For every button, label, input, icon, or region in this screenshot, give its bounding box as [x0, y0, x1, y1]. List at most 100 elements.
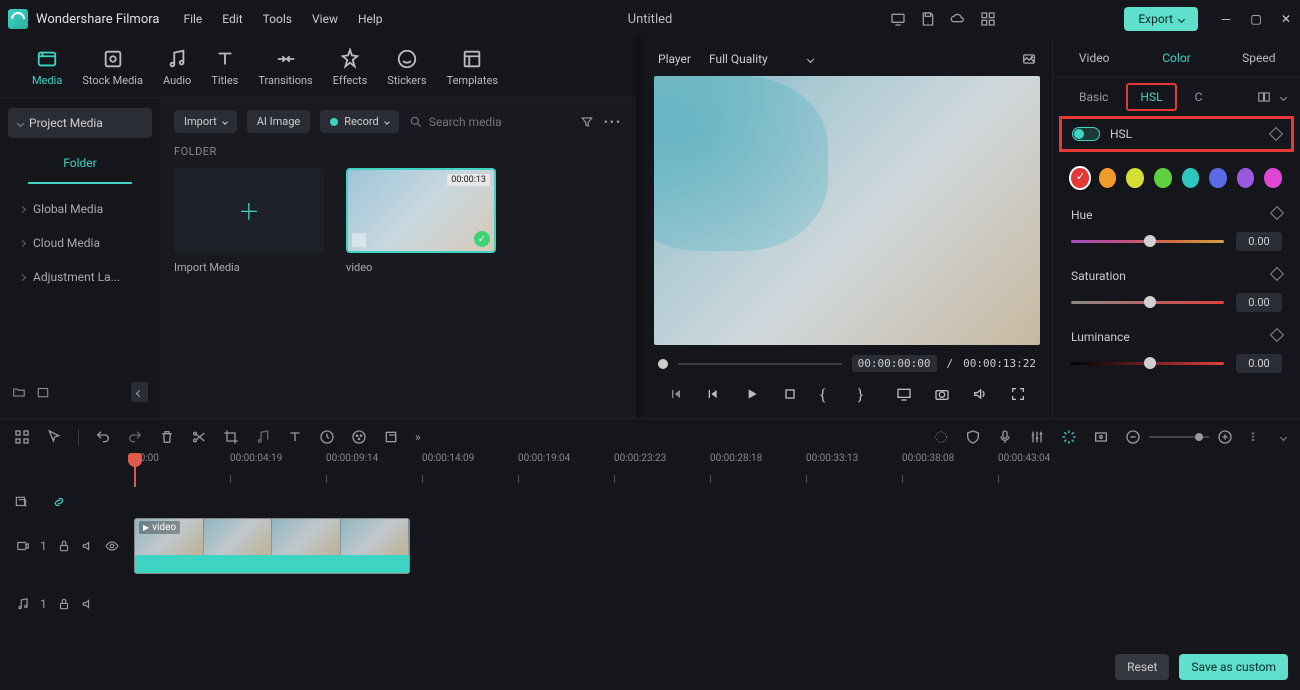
- swatch-cyan[interactable]: [1182, 168, 1200, 188]
- zoom-control[interactable]: [1125, 429, 1233, 445]
- stop-icon[interactable]: [782, 386, 798, 402]
- layer-icon[interactable]: [383, 429, 399, 445]
- new-bin-icon[interactable]: [36, 385, 50, 399]
- fullscreen-icon[interactable]: [1010, 386, 1026, 402]
- tab-speed[interactable]: Speed: [1218, 38, 1300, 77]
- swatch-yellow[interactable]: [1126, 168, 1144, 188]
- mark-out-icon[interactable]: }: [858, 386, 874, 402]
- lum-keyframe-icon[interactable]: [1270, 328, 1284, 342]
- color-tl-icon[interactable]: [351, 429, 367, 445]
- filter-icon[interactable]: [580, 115, 594, 129]
- video-track[interactable]: 1 ▶video: [0, 517, 1300, 575]
- audio-track[interactable]: 1: [0, 575, 1300, 633]
- menu-edit[interactable]: Edit: [222, 12, 242, 26]
- maximize-button[interactable]: ▢: [1250, 13, 1262, 25]
- luminance-slider[interactable]: [1071, 362, 1224, 365]
- step-back-icon[interactable]: [706, 386, 722, 402]
- collapse-sidebar-button[interactable]: [131, 382, 148, 402]
- sidebar-item-global[interactable]: Global Media: [8, 192, 152, 226]
- menu-help[interactable]: Help: [358, 12, 383, 26]
- swatch-blue[interactable]: [1209, 168, 1227, 188]
- scrub-track[interactable]: [678, 363, 842, 365]
- saturation-value[interactable]: 0.00: [1236, 293, 1282, 312]
- redo-icon[interactable]: [127, 429, 143, 445]
- save-custom-button[interactable]: Save as custom: [1179, 654, 1288, 680]
- mic-icon[interactable]: [997, 429, 1013, 445]
- crop-icon[interactable]: [223, 429, 239, 445]
- view-options-chevron[interactable]: [1280, 433, 1287, 440]
- tab-media[interactable]: Media: [32, 48, 62, 87]
- swatch-green[interactable]: [1154, 168, 1172, 188]
- record-button[interactable]: Record: [320, 110, 398, 133]
- shield-icon[interactable]: [965, 429, 981, 445]
- text-tl-icon[interactable]: [287, 429, 303, 445]
- visibility-icon[interactable]: [105, 539, 119, 553]
- media-clip[interactable]: 00:00:13 ✓ video: [346, 168, 496, 274]
- playhead[interactable]: [134, 453, 136, 487]
- tab-color[interactable]: Color: [1135, 38, 1217, 77]
- view-options-icon[interactable]: [1249, 429, 1265, 445]
- hsl-toggle[interactable]: [1072, 127, 1100, 141]
- menu-file[interactable]: File: [183, 12, 202, 26]
- keyframe-icon[interactable]: [1269, 127, 1283, 141]
- play-icon[interactable]: [744, 386, 760, 402]
- link-icon[interactable]: [52, 495, 66, 509]
- tab-templates[interactable]: Templates: [447, 48, 498, 87]
- swatch-red[interactable]: [1071, 168, 1089, 188]
- timeline-clip[interactable]: ▶video: [134, 518, 410, 574]
- mute-icon[interactable]: [81, 539, 95, 553]
- zoom-slider[interactable]: [1149, 436, 1209, 438]
- more-tl-icon[interactable]: »: [415, 430, 421, 444]
- import-media-tile[interactable]: +: [174, 168, 324, 253]
- new-folder-icon[interactable]: [12, 385, 26, 399]
- tab-effects[interactable]: Effects: [333, 48, 368, 87]
- reset-button[interactable]: Reset: [1115, 654, 1169, 680]
- speed-tl-icon[interactable]: [319, 429, 335, 445]
- project-media-button[interactable]: Project Media: [8, 108, 152, 138]
- subtab-hsl[interactable]: HSL: [1126, 83, 1176, 111]
- subtab-basic[interactable]: Basic: [1067, 85, 1120, 109]
- mixer-icon[interactable]: [1029, 429, 1045, 445]
- tab-audio[interactable]: Audio: [163, 48, 191, 87]
- mute-audio-icon[interactable]: [81, 597, 95, 611]
- hue-keyframe-icon[interactable]: [1270, 206, 1284, 220]
- compare-icon[interactable]: [1257, 90, 1271, 104]
- ai-image-button[interactable]: AI Image: [247, 110, 311, 133]
- split-icon[interactable]: [191, 429, 207, 445]
- lock-audio-icon[interactable]: [57, 597, 71, 611]
- search-field[interactable]: [409, 115, 570, 129]
- zoom-out-icon[interactable]: [1125, 429, 1141, 445]
- swatch-orange[interactable]: [1099, 168, 1117, 188]
- cloud-icon[interactable]: [950, 11, 966, 27]
- undo-icon[interactable]: [95, 429, 111, 445]
- hue-slider[interactable]: [1071, 240, 1224, 243]
- export-button[interactable]: Export: [1124, 7, 1198, 31]
- tab-stock-media[interactable]: Stock Media: [82, 48, 143, 87]
- frame-icon[interactable]: [1093, 429, 1109, 445]
- scrub-handle[interactable]: [658, 359, 668, 369]
- device-icon[interactable]: [890, 11, 906, 27]
- tab-transitions[interactable]: Transitions: [258, 48, 312, 87]
- volume-icon[interactable]: [972, 386, 988, 402]
- import-button[interactable]: Import: [174, 110, 237, 133]
- menu-tools[interactable]: Tools: [263, 12, 292, 26]
- search-input[interactable]: [429, 115, 549, 129]
- timecode-current[interactable]: 00:00:00:00: [852, 355, 937, 372]
- saturation-slider[interactable]: [1071, 301, 1224, 304]
- tab-video[interactable]: Video: [1053, 38, 1135, 77]
- sidebar-item-adjustment[interactable]: Adjustment La...: [8, 260, 152, 294]
- display-icon[interactable]: [896, 386, 912, 402]
- quality-select[interactable]: Full Quality: [709, 52, 813, 66]
- delete-icon[interactable]: [159, 429, 175, 445]
- save-icon[interactable]: [920, 11, 936, 27]
- preview-viewport[interactable]: [654, 76, 1040, 345]
- minimize-button[interactable]: ─: [1220, 13, 1232, 25]
- subtab-c[interactable]: C: [1183, 85, 1215, 109]
- apps-icon[interactable]: [980, 11, 996, 27]
- hue-value[interactable]: 0.00: [1236, 232, 1282, 251]
- mark-in-icon[interactable]: {: [820, 386, 836, 402]
- swatch-purple[interactable]: [1237, 168, 1255, 188]
- lock-icon[interactable]: [57, 539, 71, 553]
- close-button[interactable]: ✕: [1280, 13, 1292, 25]
- cursor-icon[interactable]: [46, 429, 62, 445]
